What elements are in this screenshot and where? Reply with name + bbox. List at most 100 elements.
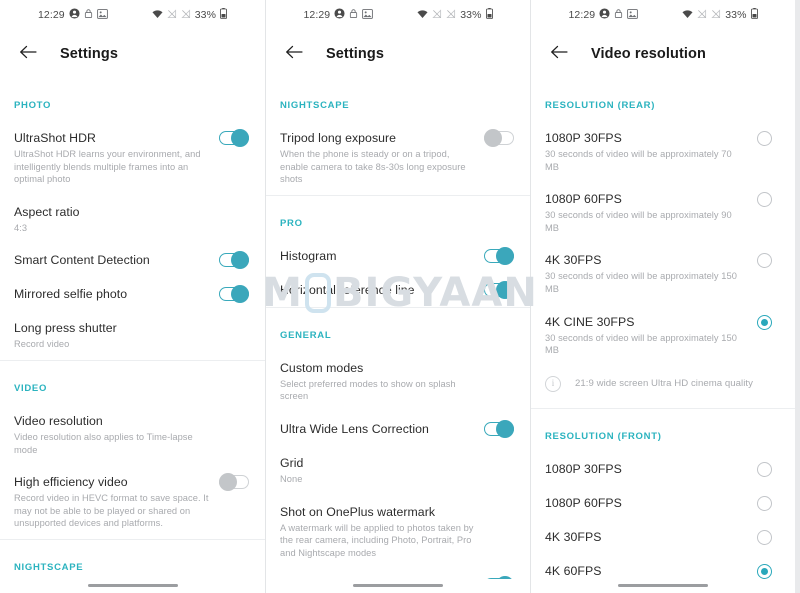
toggle-switch[interactable]: [219, 285, 249, 304]
row-title: High efficiency video: [14, 475, 128, 490]
row-control-slot: [482, 576, 516, 579]
settings-row[interactable]: 1080P 30FPS: [531, 452, 795, 486]
row-title: 1080P 30FPS: [545, 461, 622, 476]
status-bar: 12:29 33%: [0, 0, 265, 30]
settings-row[interactable]: Custom modes Select preferred modes to sh…: [266, 351, 530, 412]
photo-icon: [627, 6, 639, 24]
settings-group: RESOLUTION (FRONT) 1080P 30FPS 1080P 60FPS…: [531, 407, 795, 579]
radio-button[interactable]: [756, 192, 772, 208]
toggle-switch[interactable]: [219, 251, 249, 270]
lock-icon: [349, 6, 358, 24]
row-title: Shot on OnePlus watermark: [280, 504, 436, 519]
toggle-switch[interactable]: [219, 473, 249, 492]
row-text-block: 1080P 30FPS: [545, 461, 747, 477]
toggle-switch[interactable]: [484, 419, 514, 438]
back-button[interactable]: [282, 42, 306, 66]
settings-row[interactable]: Long press shutter Record video: [0, 311, 265, 360]
settings-row[interactable]: Video resolution Video resolution also ap…: [0, 404, 265, 465]
battery-percent-label: 33%: [460, 9, 482, 21]
row-title: Ultra Wide Lens Correction: [280, 421, 429, 436]
settings-row[interactable]: Grid None: [266, 446, 530, 495]
row-control-slot: [747, 563, 781, 579]
row-control-slot: [217, 204, 251, 205]
row-text-block: Mirrored selfie photo: [14, 286, 217, 302]
row-title: 4K 30FPS: [545, 253, 602, 268]
settings-row[interactable]: Histogram: [266, 239, 530, 273]
status-bar: 12:29 33%: [531, 0, 795, 30]
row-control-slot: [747, 495, 781, 511]
back-button[interactable]: [16, 42, 40, 66]
back-button[interactable]: [547, 42, 571, 66]
row-text-block: Smart Content Detection: [14, 252, 217, 268]
row-title: Horizontal reference line: [280, 282, 415, 297]
toggle-thumb: [231, 251, 249, 270]
toggle-switch[interactable]: [219, 129, 249, 147]
home-indicator[interactable]: [618, 584, 708, 587]
status-bar-right: 33%: [417, 6, 493, 24]
section-header: NIGHTSCAPE: [14, 561, 84, 573]
back-arrow-icon: [19, 44, 38, 65]
settings-group: VIDEO Video resolution Video resolution al…: [0, 359, 265, 539]
account-circle-icon: [599, 6, 610, 24]
home-indicator[interactable]: [87, 584, 178, 587]
settings-row[interactable]: Shutter sound: [266, 568, 530, 579]
settings-row[interactable]: 1080P 60FPS: [531, 486, 795, 520]
settings-row[interactable]: Smart Content Detection: [0, 243, 265, 277]
wifi-icon: [152, 6, 163, 24]
row-control-slot: [482, 419, 516, 438]
toggle-switch[interactable]: [484, 280, 514, 299]
wifi-icon: [682, 6, 693, 24]
settings-row[interactable]: Horizontal reference line: [266, 273, 530, 307]
row-subtitle: None: [280, 473, 303, 484]
row-title: 1080P 60FPS: [545, 495, 622, 510]
row-subtitle: Select preferred modes to show on splash…: [280, 378, 456, 402]
settings-row[interactable]: Shot on OnePlus watermark A watermark wil…: [266, 495, 530, 569]
radio-button[interactable]: [756, 495, 772, 511]
row-subtitle: A watermark will be applied to photos ta…: [280, 522, 474, 558]
settings-row[interactable]: UltraShot HDR UltraShot HDR learns your e…: [0, 121, 265, 195]
settings-row[interactable]: High efficiency video Record video in HEV…: [0, 465, 265, 539]
row-title: Video resolution: [14, 413, 103, 428]
radio-button[interactable]: [756, 131, 772, 146]
settings-list[interactable]: NIGHTSCAPE Tripod long exposure When the p…: [266, 78, 530, 579]
radio-button[interactable]: [756, 563, 772, 579]
toggle-switch[interactable]: [484, 576, 514, 579]
settings-row[interactable]: 4K 30FPS 30 seconds of video will be appr…: [531, 243, 795, 304]
battery-percent-label: 33%: [194, 9, 217, 21]
row-title: 4K 30FPS: [545, 529, 602, 544]
settings-row[interactable]: 4K 30FPS: [531, 520, 795, 554]
settings-row[interactable]: 1080P 60FPS 30 seconds of video will be a…: [531, 182, 795, 243]
radio-button[interactable]: [756, 253, 772, 269]
info-note: i 21:9 wide screen Ultra HD cinema qualit…: [531, 366, 795, 408]
radio-button[interactable]: [756, 461, 772, 477]
settings-list[interactable]: PHOTO UltraShot HDR UltraShot HDR learns y…: [0, 78, 265, 579]
row-subtitle: Video resolution also applies to Time-la…: [14, 431, 193, 455]
signal-off-icon: [446, 6, 456, 24]
settings-list[interactable]: RESOLUTION (REAR) 1080P 30FPS 30 seconds o…: [531, 78, 795, 579]
status-time: 12:29: [303, 9, 331, 21]
settings-row[interactable]: 4K CINE 30FPS 30 seconds of video will be…: [531, 305, 795, 366]
toggle-switch[interactable]: [484, 246, 514, 265]
settings-row[interactable]: Ultra Wide Lens Correction: [266, 412, 530, 446]
phone-screen-settings-nightscape-pro-general: 12:29 33% Settings NIGHTSCAPE Tripod long ex…: [265, 0, 530, 593]
settings-row[interactable]: 4K 60FPS: [531, 554, 795, 579]
settings-row[interactable]: Tripod long exposure When the phone is st…: [266, 121, 530, 195]
toggle-switch[interactable]: [484, 129, 514, 147]
page-title: Settings: [326, 46, 384, 62]
row-subtitle: 4:3: [14, 222, 28, 233]
settings-row[interactable]: Aspect ratio 4:3: [0, 195, 265, 244]
settings-row[interactable]: 1080P 30FPS 30 seconds of video will be a…: [531, 121, 795, 182]
radio-button[interactable]: [756, 529, 772, 545]
settings-row[interactable]: Mirrored selfie photo: [0, 277, 265, 311]
row-title: 1080P 30FPS: [545, 131, 622, 145]
row-title: 4K CINE 30FPS: [545, 314, 635, 329]
home-indicator[interactable]: [353, 584, 443, 587]
toggle-thumb: [231, 129, 249, 147]
row-text-block: Custom modes Select preferred modes to sh…: [280, 360, 482, 403]
signal-off-icon: [181, 6, 191, 24]
settings-group: NIGHTSCAPE Tripod long exposure When the p…: [266, 78, 530, 195]
row-text-block: 1080P 60FPS: [545, 495, 747, 511]
account-circle-icon: [334, 6, 345, 24]
radio-button[interactable]: [756, 314, 772, 330]
back-arrow-icon: [550, 44, 569, 65]
